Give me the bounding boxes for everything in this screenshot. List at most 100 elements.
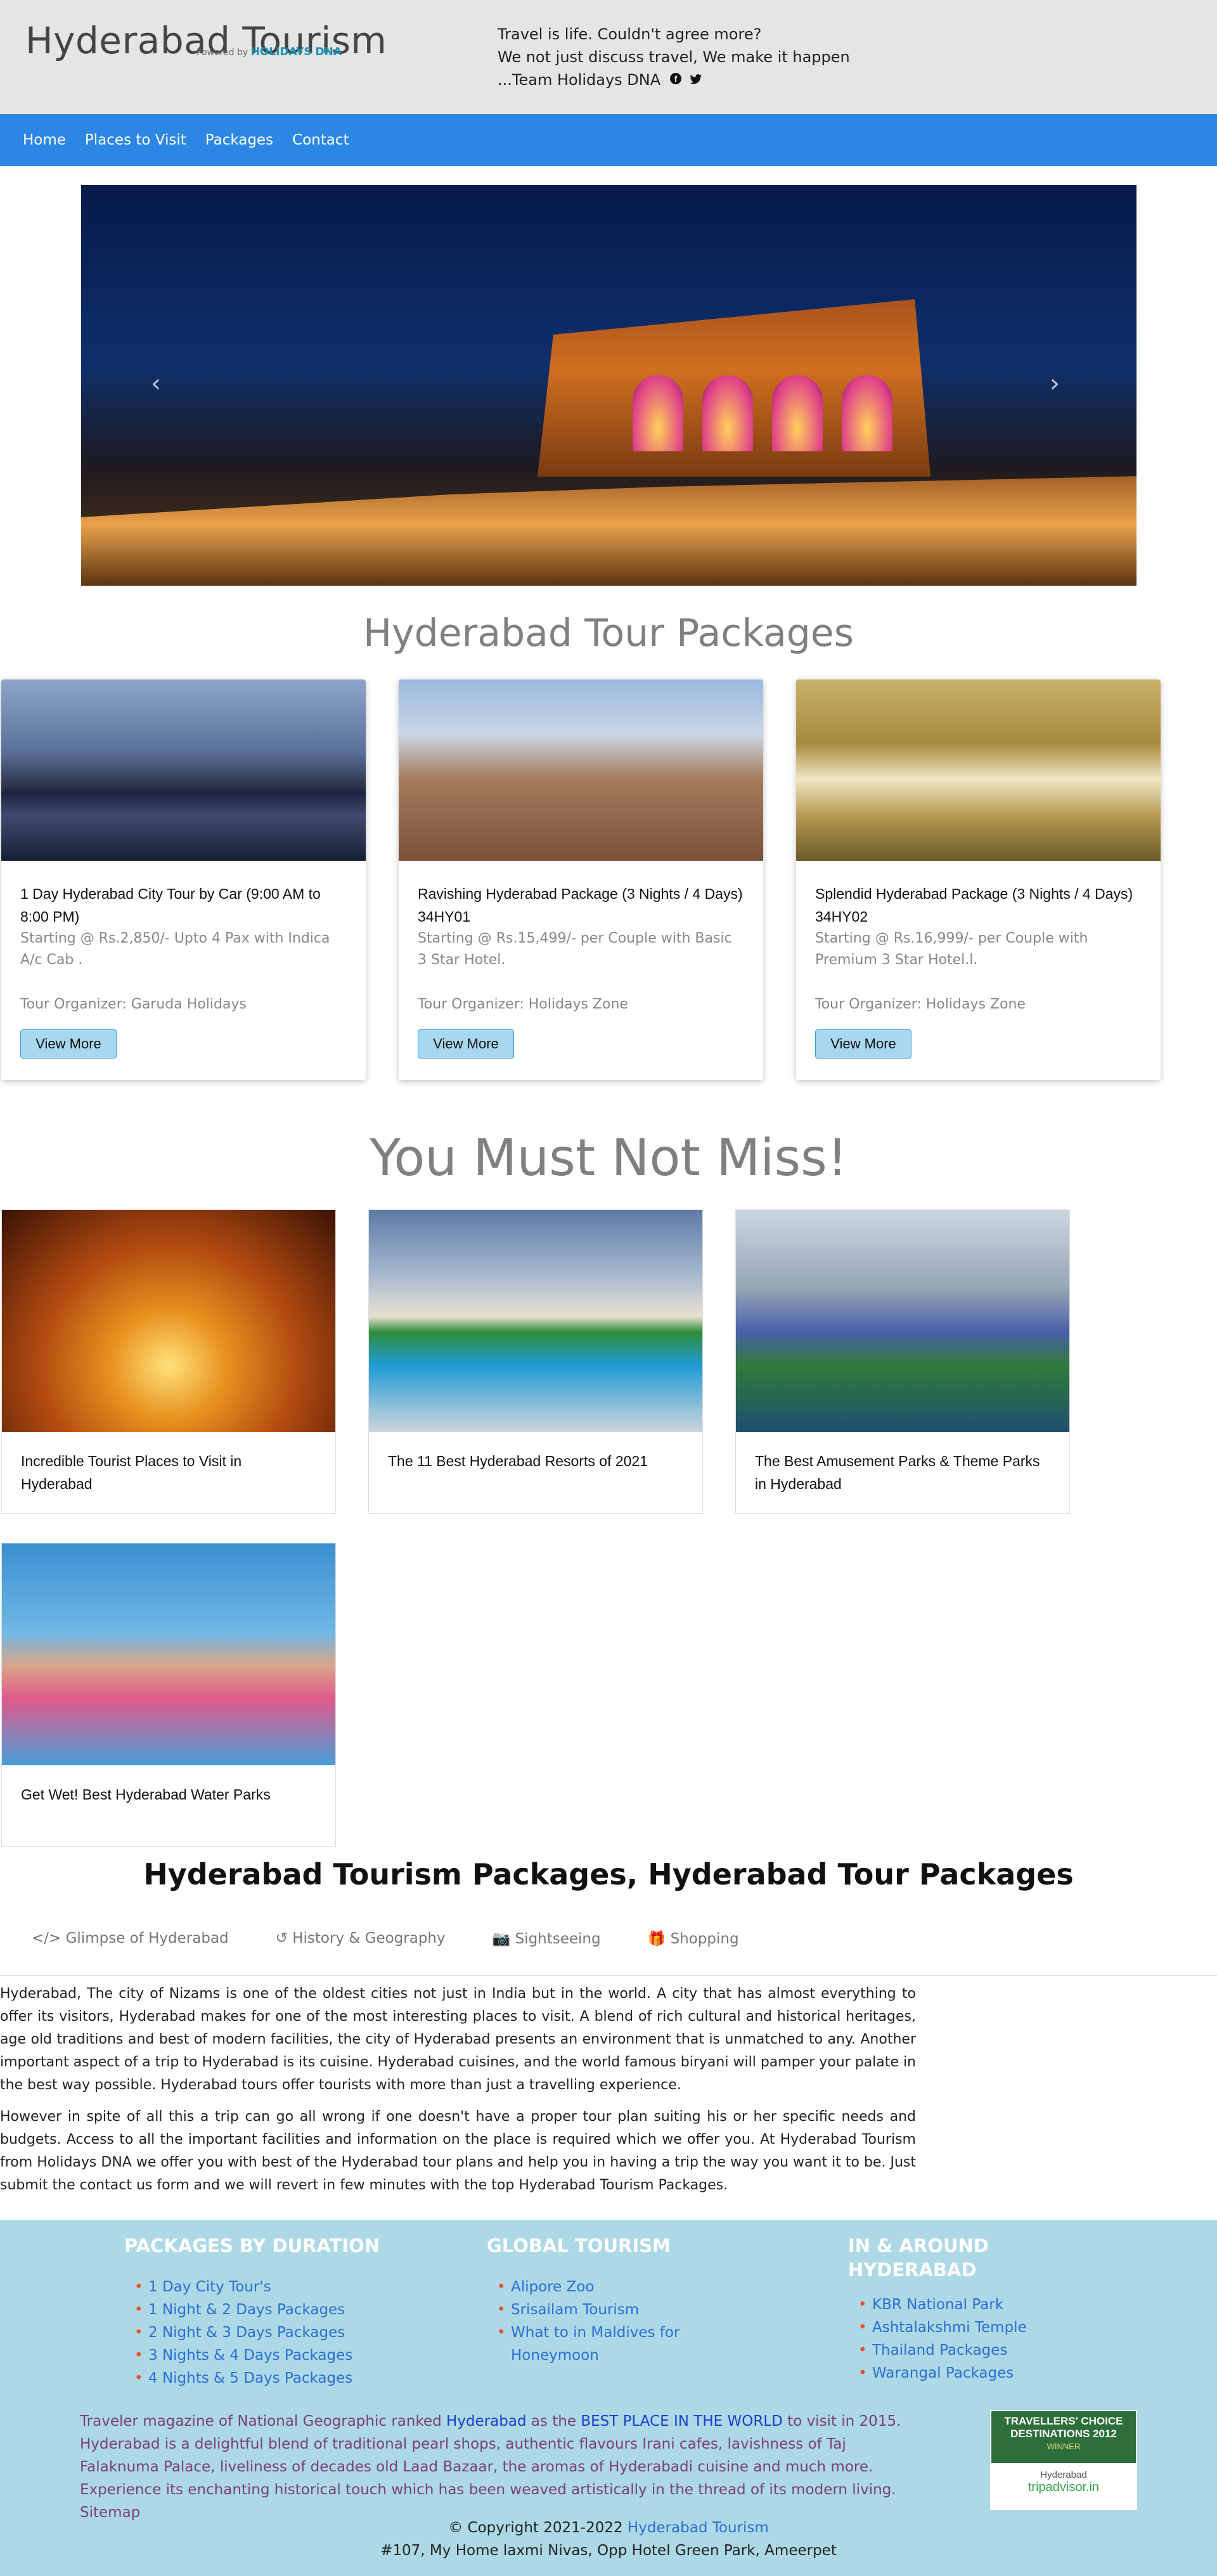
tagline-signature: ...Team Holidays DNA <box>498 71 661 89</box>
package-name[interactable]: Splendid Hyderabad Package (3 Nights / 4… <box>815 882 1142 928</box>
footer-link[interactable]: 2 Night & 3 Days Packages <box>134 2321 380 2344</box>
tab-shopping[interactable]: 🎁 Shopping <box>648 1930 739 1947</box>
copyright: © Copyright 2021-2022 Hyderabad Tourism … <box>0 2516 1217 2562</box>
package-price: Starting @ Rs.2,850/- Upto 4 Pax with In… <box>20 931 330 968</box>
copyright-link[interactable]: Hyderabad Tourism <box>628 2520 769 2536</box>
site-header: Hyderabad Tourism Powered by HOLIDAYS DN… <box>0 0 1217 114</box>
article-card[interactable]: Incredible Tourist Places to Visit in Hy… <box>1 1209 336 1514</box>
article-title[interactable]: Incredible Tourist Places to Visit in Hy… <box>2 1432 335 1513</box>
article-image-resort <box>369 1210 702 1432</box>
footer-link[interactable]: What to in Maldives for Honeymoon <box>497 2321 715 2367</box>
packages-section-title: Hyderabad Tourism Packages, Hyderabad To… <box>143 1857 1074 1891</box>
tripadvisor-logo: tripadvisor.in <box>1027 2480 1100 2494</box>
tab-label: History & Geography <box>292 1930 446 1947</box>
footer-link[interactable]: Thailand Packages <box>858 2339 1057 2362</box>
twitter-icon[interactable] <box>690 73 702 88</box>
article-card[interactable]: The Best Amusement Parks & Theme Parks i… <box>735 1209 1070 1514</box>
tabs-divider <box>0 1975 1217 1976</box>
facebook-icon[interactable]: f <box>669 73 686 88</box>
footer-link[interactable]: KBR National Park <box>858 2293 1057 2316</box>
nav-packages[interactable]: Packages <box>205 132 273 148</box>
tab-sightseeing[interactable]: 📷 Sightseeing <box>493 1930 601 1947</box>
footer-text: Traveler magazine of National Geographic… <box>80 2413 447 2430</box>
history-icon: ↺ <box>275 1930 293 1947</box>
package-name[interactable]: 1 Day Hyderabad City Tour by Car (9:00 A… <box>20 882 347 928</box>
nav-places-to-visit[interactable]: Places to Visit <box>85 132 186 148</box>
about-paragraph: However in spite of all this a trip can … <box>0 2109 916 2193</box>
svg-text:f: f <box>674 74 678 84</box>
fort-arch <box>702 375 753 451</box>
footer-link[interactable]: 1 Night & 2 Days Packages <box>134 2298 380 2321</box>
award-title: TRAVELLERS' CHOICE <box>1004 2415 1123 2427</box>
view-more-button[interactable]: View More <box>815 1029 911 1059</box>
footer-description: Traveler magazine of National Geographic… <box>80 2410 929 2524</box>
article-card[interactable]: Get Wet! Best Hyderabad Water Parks <box>1 1543 336 1847</box>
tour-packages-title: Hyderabad Tour Packages <box>363 611 854 655</box>
footer-link[interactable]: Ashtalakshmi Temple <box>858 2316 1057 2339</box>
package-image-city-night <box>1 679 366 861</box>
hyderabad-link[interactable]: Hyderabad <box>446 2413 527 2430</box>
copyright-text: © Copyright 2021-2022 <box>448 2520 628 2536</box>
tab-label: Sightseeing <box>515 1931 601 1947</box>
article-card[interactable]: The 11 Best Hyderabad Resorts of 2021 <box>368 1209 703 1514</box>
package-organizer: Tour Organizer: Holidays Zone <box>815 996 1026 1012</box>
award-winner: WINNER <box>1046 2442 1081 2451</box>
package-image-charminar <box>399 679 763 861</box>
package-card: Ravishing Hyderabad Package (3 Nights / … <box>399 679 763 1080</box>
package-card: Splendid Hyderabad Package (3 Nights / 4… <box>796 679 1161 1080</box>
powered-by-prefix: Powered by <box>196 48 248 58</box>
best-place-link[interactable]: BEST PLACE IN THE WORLD <box>581 2413 783 2430</box>
tripadvisor-award-badge: TRAVELLERS' CHOICE DESTINATIONS 2012 WIN… <box>990 2410 1137 2510</box>
footer-text: as the <box>526 2413 581 2430</box>
footer-link[interactable]: Warangal Packages <box>858 2362 1057 2385</box>
package-organizer: Tour Organizer: Holidays Zone <box>418 996 628 1012</box>
about-paragraph: Hyderabad, The city of Nizams is one of … <box>0 1986 916 2093</box>
package-price: Starting @ Rs.16,999/- per Couple with P… <box>815 931 1088 968</box>
tagline: Travel is life. Couldn't agree more? We … <box>498 23 850 92</box>
tab-glimpse[interactable]: </> Glimpse of Hyderabad <box>32 1930 229 1947</box>
code-icon: </> <box>32 1930 66 1947</box>
view-more-button[interactable]: View More <box>20 1029 117 1059</box>
site-footer: PACKAGES BY DURATION 1 Day City Tour's 1… <box>0 2220 1217 2576</box>
footer-col-around: IN & AROUND HYDERABAD KBR National Park … <box>848 2234 1057 2385</box>
must-not-miss-title: You Must Not Miss! <box>370 1128 847 1187</box>
tab-history[interactable]: ↺ History & Geography <box>276 1930 446 1947</box>
tab-label: Glimpse of Hyderabad <box>65 1930 229 1947</box>
package-name[interactable]: Ravishing Hyderabad Package (3 Nights / … <box>418 882 744 928</box>
footer-link[interactable]: 4 Nights & 5 Days Packages <box>134 2367 380 2390</box>
tagline-line-1: Travel is life. Couldn't agree more? <box>498 25 762 43</box>
award-subtitle: DESTINATIONS 2012 <box>1010 2428 1117 2440</box>
info-tabs: </> Glimpse of Hyderabad ↺ History & Geo… <box>32 1930 786 1947</box>
view-more-button[interactable]: View More <box>418 1029 514 1059</box>
footer-col-title: IN & AROUND HYDERABAD <box>848 2235 989 2281</box>
article-title[interactable]: The 11 Best Hyderabad Resorts of 2021 <box>369 1432 702 1490</box>
nav-contact[interactable]: Contact <box>292 132 349 148</box>
article-title[interactable]: The Best Amusement Parks & Theme Parks i… <box>736 1432 1069 1513</box>
about-text: Hyderabad, The city of Nizams is one of … <box>0 1983 916 2206</box>
article-image-water-park <box>2 1543 335 1765</box>
package-price: Starting @ Rs.15,499/- per Couple with B… <box>418 931 732 968</box>
tour-packages-list: 1 Day Hyderabad City Tour by Car (9:00 A… <box>0 655 1217 1093</box>
fort-arch <box>772 375 823 451</box>
nav-home[interactable]: Home <box>23 132 66 148</box>
award-city: Hyderabad <box>1040 2470 1087 2480</box>
hero-carousel: ‹ › <box>81 185 1137 586</box>
article-title[interactable]: Get Wet! Best Hyderabad Water Parks <box>2 1765 335 1824</box>
package-image-hotel-room <box>796 679 1161 861</box>
must-not-miss-list: Incredible Tourist Places to Visit in Hy… <box>0 1185 1217 1895</box>
footer-link[interactable]: 3 Nights & 4 Days Packages <box>134 2344 380 2367</box>
footer-col-global: GLOBAL TOURISM Alipore Zoo Srisailam Tou… <box>487 2234 715 2367</box>
footer-link[interactable]: Srisailam Tourism <box>497 2298 715 2321</box>
footer-link[interactable]: Alipore Zoo <box>497 2276 715 2298</box>
tab-label: Shopping <box>670 1931 739 1947</box>
camera-icon: 📷 <box>492 1931 515 1947</box>
powered-by: Powered by HOLIDAYS DNA <box>196 46 342 58</box>
footer-col-title: PACKAGES BY DURATION <box>124 2235 380 2257</box>
carousel-prev-icon[interactable]: ‹ <box>151 369 161 398</box>
fort-arch <box>842 375 892 451</box>
footer-col-title: GLOBAL TOURISM <box>487 2235 671 2257</box>
fort-arch <box>633 375 683 451</box>
carousel-next-icon[interactable]: › <box>1050 369 1060 398</box>
gift-icon: 🎁 <box>647 1931 671 1947</box>
footer-link[interactable]: 1 Day City Tour's <box>134 2276 380 2298</box>
